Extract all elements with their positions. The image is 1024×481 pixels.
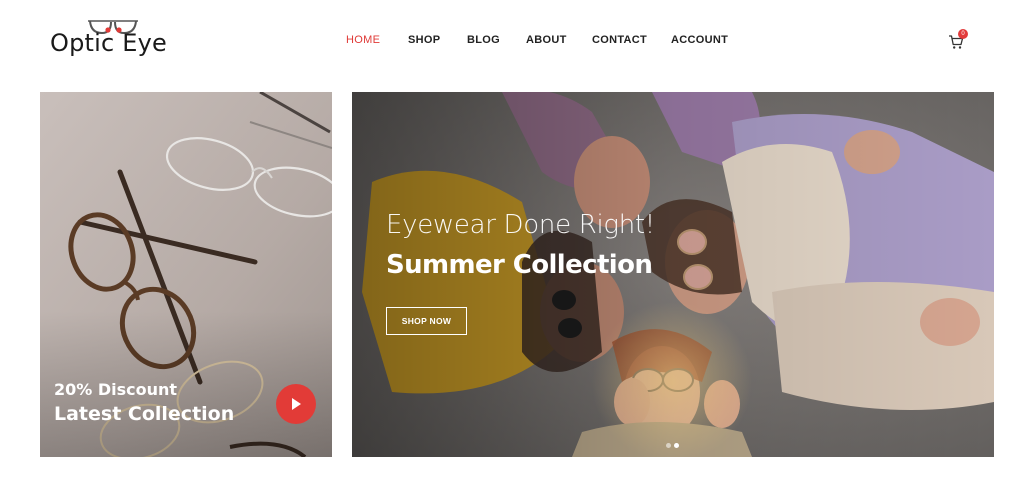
slider-pagination bbox=[662, 443, 684, 449]
play-icon bbox=[292, 398, 301, 410]
nav-account[interactable]: ACCOUNT bbox=[671, 34, 728, 46]
hero-slider: Eyewear Done Right! Summer Collection SH… bbox=[352, 92, 994, 457]
nav-blog[interactable]: BLOG bbox=[467, 34, 500, 46]
cart-count-badge: 0 bbox=[958, 29, 968, 39]
hero-tagline: Eyewear Done Right! bbox=[386, 210, 655, 240]
main-nav: HOME SHOP BLOG ABOUT CONTACT ACCOUNT bbox=[0, 34, 1024, 50]
slide-dot-2[interactable] bbox=[674, 443, 679, 448]
promo-card[interactable]: 20% Discount Latest Collection bbox=[40, 92, 332, 457]
nav-shop[interactable]: SHOP bbox=[408, 34, 440, 46]
promo-discount-text: 20% Discount bbox=[54, 380, 178, 399]
shop-now-button[interactable]: SHOP NOW bbox=[386, 307, 467, 335]
nav-contact[interactable]: CONTACT bbox=[592, 34, 647, 46]
nav-home[interactable]: HOME bbox=[346, 34, 380, 46]
promo-collection-title: Latest Collection bbox=[54, 403, 235, 425]
cart-button[interactable]: 0 bbox=[948, 28, 972, 52]
hero-title: Summer Collection bbox=[386, 250, 653, 280]
nav-about[interactable]: ABOUT bbox=[526, 34, 567, 46]
slide-dot-1[interactable] bbox=[666, 443, 671, 448]
play-video-button[interactable] bbox=[276, 384, 316, 424]
page: Optic Eye HOME SHOP BLOG ABOUT CONTACT A… bbox=[0, 0, 1024, 481]
